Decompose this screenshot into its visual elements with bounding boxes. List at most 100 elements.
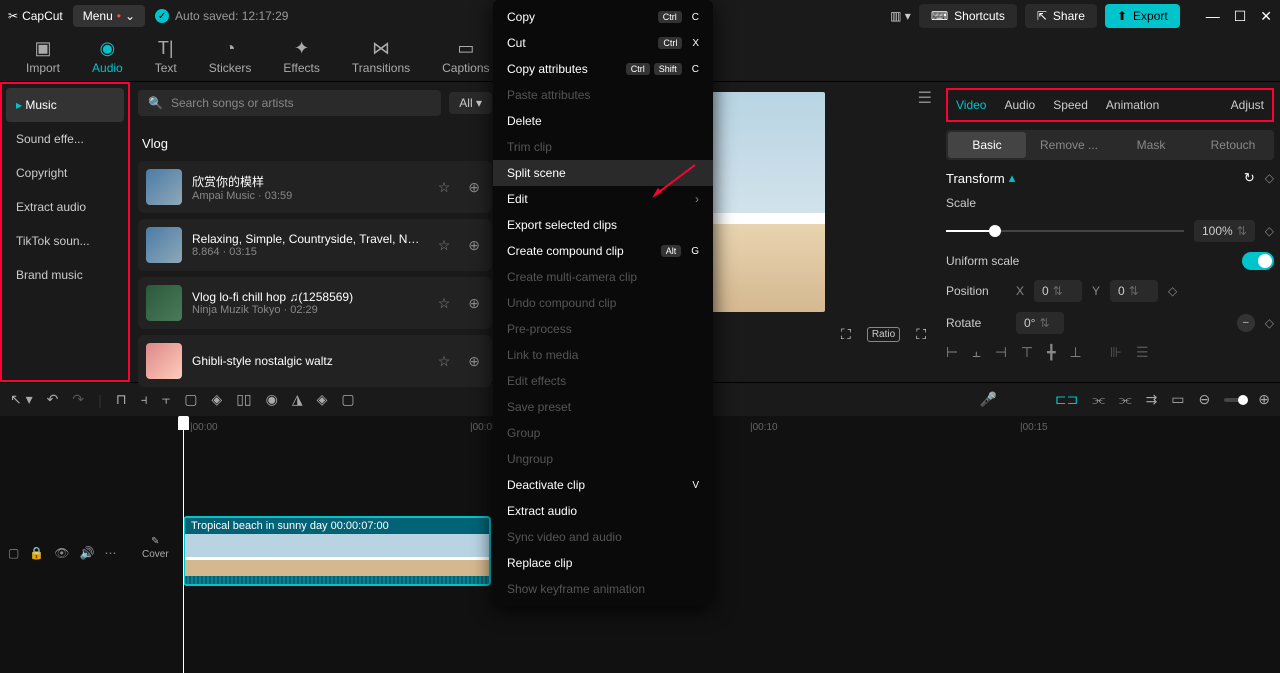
ctx-split-scene[interactable]: Split scene <box>493 160 713 186</box>
ctx-delete[interactable]: Delete <box>493 108 713 134</box>
uniform-scale-toggle[interactable] <box>1242 252 1274 270</box>
maximize-button[interactable]: ☐ <box>1234 8 1247 25</box>
ctx-copy[interactable]: CopyCtrlC <box>493 4 713 30</box>
align-center-v-icon[interactable]: ╋ <box>1047 344 1055 361</box>
close-button[interactable]: ✕ <box>1260 8 1272 25</box>
subtab-mask[interactable]: Mask <box>1112 132 1190 158</box>
minimize-button[interactable]: — <box>1206 8 1220 25</box>
undo-icon[interactable]: ↶ <box>47 391 59 408</box>
record-icon[interactable]: ◉ <box>266 391 278 408</box>
link2-icon[interactable]: ⫘ <box>1119 391 1132 408</box>
scale-value[interactable]: 100%⇅ <box>1194 220 1255 242</box>
category-item[interactable]: Sound effe... <box>6 122 124 156</box>
keyframe-diamond-icon[interactable]: ◇ <box>1265 171 1274 185</box>
mute-icon[interactable]: ▢ <box>8 546 19 560</box>
zoom-out-icon[interactable]: ⊖ <box>1199 391 1211 408</box>
tab-stickers[interactable]: ◔Stickers <box>193 34 268 79</box>
video-clip[interactable]: Tropical beach in sunny day 00:00:07:00 <box>183 516 491 586</box>
ctx-create-compound-clip[interactable]: Create compound clipAltG <box>493 238 713 264</box>
mirror-icon[interactable]: ◮ <box>292 391 303 408</box>
position-x-input[interactable]: 0⇅ <box>1034 280 1082 302</box>
sync-icon[interactable]: ⇉ <box>1146 391 1158 408</box>
rotate-dial[interactable]: – <box>1237 314 1255 332</box>
tab-transitions[interactable]: ⋈Transitions <box>336 34 426 79</box>
tab-import[interactable]: ▣Import <box>10 34 76 79</box>
align-bottom-icon[interactable]: ⊥ <box>1070 344 1082 361</box>
search-input[interactable]: 🔍 Search songs or artists <box>138 90 441 116</box>
keyframe-diamond-icon[interactable]: ◇ <box>1265 224 1274 238</box>
frames-icon[interactable]: ▯▯ <box>236 391 251 408</box>
category-item[interactable]: TikTok soun... <box>6 224 124 258</box>
ctx-replace-clip[interactable]: Replace clip <box>493 550 713 576</box>
download-icon[interactable]: ⊕ <box>468 179 480 196</box>
subtab-basic[interactable]: Basic <box>948 132 1026 158</box>
align-left-icon[interactable]: ⊢ <box>946 344 958 361</box>
playhead[interactable] <box>183 416 184 673</box>
menu-button[interactable]: Menu • ⌄ <box>73 5 145 27</box>
layout-icon[interactable]: ▥ ▾ <box>890 9 911 23</box>
ctx-cut[interactable]: CutCtrlX <box>493 30 713 56</box>
export-button[interactable]: ⬆ Export <box>1105 4 1180 28</box>
song-item[interactable]: Ghibli-style nostalgic waltz ☆ ⊕ <box>138 335 492 387</box>
lock-icon[interactable]: 🔒 <box>29 546 44 560</box>
trim-left-icon[interactable]: ⫞ <box>141 391 148 408</box>
preview-icon[interactable]: ▭ <box>1171 391 1184 408</box>
ctx-deactivate-clip[interactable]: Deactivate clipV <box>493 472 713 498</box>
tab-text[interactable]: T|Text <box>139 34 193 79</box>
keyframe-diamond-icon[interactable]: ◇ <box>1265 316 1274 330</box>
position-y-input[interactable]: 0⇅ <box>1110 280 1158 302</box>
song-item[interactable]: 欣赏你的模样 Ampai Music · 03:59 ☆ ⊕ <box>138 161 492 213</box>
split-icon[interactable]: ⊓ <box>116 391 127 408</box>
favorite-icon[interactable]: ☆ <box>438 295 451 312</box>
pointer-tool-icon[interactable]: ↖ ▾ <box>10 391 33 408</box>
ctx-edit[interactable]: Edit› <box>493 186 713 212</box>
category-item[interactable]: Copyright <box>6 156 124 190</box>
link-icon[interactable]: ⫘ <box>1092 391 1105 408</box>
category-item[interactable]: Brand music <box>6 258 124 292</box>
property-tab-video[interactable]: Video <box>956 98 986 112</box>
crop-icon[interactable]: ⛶ <box>841 326 851 343</box>
property-tab-speed[interactable]: Speed <box>1053 98 1088 112</box>
download-icon[interactable]: ⊕ <box>468 353 480 370</box>
more-icon[interactable]: ⋯ <box>104 546 116 560</box>
favorite-icon[interactable]: ☆ <box>438 237 451 254</box>
cover-button[interactable]: ✎ Cover <box>142 536 169 560</box>
eye-icon[interactable]: 👁 <box>54 546 69 560</box>
crop-tool-icon[interactable]: ▢ <box>341 391 354 408</box>
property-tab-animation[interactable]: Animation <box>1106 98 1159 112</box>
favorite-icon[interactable]: ☆ <box>438 353 451 370</box>
filter-button[interactable]: All ▾ <box>449 92 492 114</box>
fullscreen-icon[interactable]: ⛶ <box>916 326 926 343</box>
speaker-icon[interactable]: 🔊 <box>80 546 95 560</box>
keyframe-diamond-icon[interactable]: ◇ <box>1168 284 1177 298</box>
rotate-tool-icon[interactable]: ◈ <box>317 391 328 408</box>
delete-icon[interactable]: ▢ <box>184 391 197 408</box>
ctx-copy-attributes[interactable]: Copy attributesCtrlShiftC <box>493 56 713 82</box>
category-item[interactable]: Extract audio <box>6 190 124 224</box>
subtab-retouch[interactable]: Retouch <box>1194 132 1272 158</box>
favorite-icon[interactable]: ☆ <box>438 179 451 196</box>
subtab-remove[interactable]: Remove ... <box>1030 132 1108 158</box>
download-icon[interactable]: ⊕ <box>468 237 480 254</box>
tab-audio[interactable]: ◉Audio <box>76 34 139 79</box>
property-tab-adjust[interactable]: Adjust <box>1231 98 1264 112</box>
song-item[interactable]: Vlog lo-fi chill hop ♫(1258569) Ninja Mu… <box>138 277 492 329</box>
panel-menu-icon[interactable]: ☰ <box>918 88 932 108</box>
reset-icon[interactable]: ↻ <box>1244 170 1255 186</box>
scale-slider[interactable] <box>946 230 1184 232</box>
download-icon[interactable]: ⊕ <box>468 295 480 312</box>
share-button[interactable]: ⇱ Share <box>1025 4 1097 28</box>
shield-icon[interactable]: ◈ <box>211 391 222 408</box>
shortcuts-button[interactable]: ⌨ Shortcuts <box>919 4 1017 28</box>
align-right-icon[interactable]: ⊣ <box>995 344 1007 361</box>
magnet-icon[interactable]: ⊏⊐ <box>1055 391 1078 408</box>
rotate-input[interactable]: 0°⇅ <box>1016 312 1064 334</box>
mic-icon[interactable]: 🎤 <box>979 391 996 408</box>
song-item[interactable]: Relaxing, Simple, Countryside, Travel, N… <box>138 219 492 271</box>
align-center-h-icon[interactable]: ⫠ <box>972 344 980 361</box>
zoom-in-icon[interactable]: ⊕ <box>1258 391 1270 408</box>
align-top-icon[interactable]: ⊤ <box>1021 344 1033 361</box>
category-item[interactable]: Music <box>6 88 124 122</box>
trim-right-icon[interactable]: ⫟ <box>162 391 170 408</box>
redo-icon[interactable]: ↷ <box>72 391 84 408</box>
